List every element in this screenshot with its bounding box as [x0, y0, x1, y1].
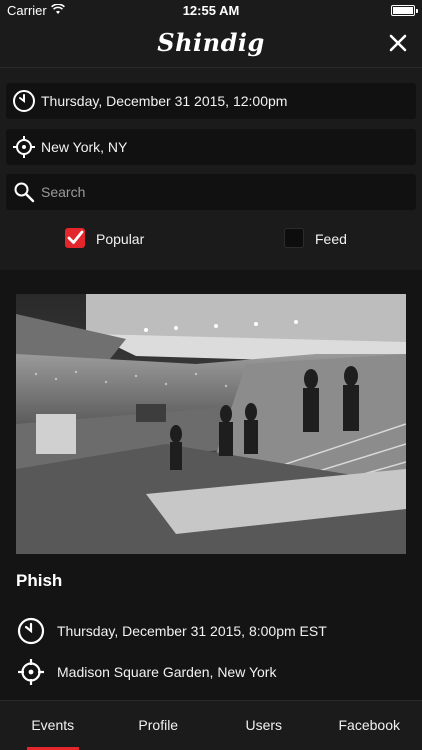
crosshair-icon: [18, 659, 44, 685]
concert-photo-image: [16, 294, 406, 554]
checkbox-checked: [65, 228, 85, 248]
close-icon[interactable]: [388, 33, 408, 53]
popular-label: Popular: [96, 231, 145, 247]
location-field[interactable]: New York, NY: [6, 129, 416, 165]
app-logo: Shindig: [157, 28, 265, 57]
date-value: Thursday, December 31 2015, 12:00pm: [41, 93, 288, 109]
tab-facebook-label: Facebook: [338, 717, 400, 733]
tab-events[interactable]: Events: [0, 701, 106, 750]
crosshair-icon: [13, 136, 35, 158]
clock-time: 12:55 AM: [182, 3, 240, 18]
tab-users-label: Users: [245, 717, 283, 733]
clock-icon: [17, 617, 45, 645]
clock-icon: [13, 90, 35, 112]
tab-profile-label: Profile: [138, 717, 179, 733]
date-field[interactable]: Thursday, December 31 2015, 12:00pm: [6, 83, 416, 119]
status-bar: Carrier 12:55 AM: [0, 0, 422, 22]
tab-events-label: Events: [31, 717, 75, 733]
event-venue: Madison Square Garden, New York: [57, 664, 277, 680]
navigation-bar: Shindig: [0, 22, 422, 68]
filter-panel: Thursday, December 31 2015, 12:00pm New …: [0, 68, 422, 270]
event-title[interactable]: Phish: [16, 571, 62, 591]
checkmark-icon: [67, 230, 84, 244]
battery-icon: [391, 5, 418, 16]
search-icon: [14, 182, 35, 203]
event-datetime: Thursday, December 31 2015, 8:00pm EST: [57, 623, 327, 639]
tab-bar: Events Profile Users Facebook: [0, 700, 422, 750]
tab-users[interactable]: Users: [211, 701, 317, 750]
event-list: Phish Thursday, December 31 2015, 8:00pm…: [0, 270, 422, 700]
checkbox-unchecked: [284, 228, 304, 248]
search-placeholder: Search: [41, 184, 86, 200]
tab-profile[interactable]: Profile: [106, 701, 212, 750]
location-value: New York, NY: [41, 139, 128, 155]
feed-label: Feed: [315, 231, 347, 247]
event-photo[interactable]: [16, 294, 406, 554]
search-input[interactable]: Search: [6, 174, 416, 210]
tab-facebook[interactable]: Facebook: [317, 701, 422, 750]
